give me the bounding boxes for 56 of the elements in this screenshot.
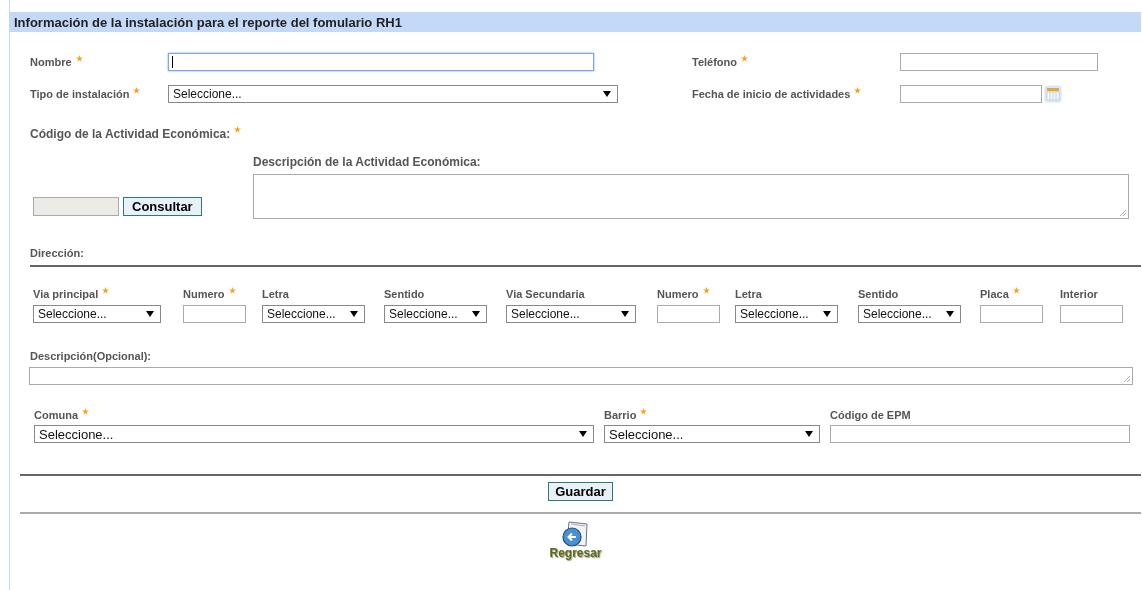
field-label: Interior (1060, 288, 1098, 300)
text-field[interactable] (900, 53, 1098, 71)
field-label: Letra (735, 288, 762, 300)
dropdown[interactable]: Seleccione... (262, 305, 365, 323)
text-field[interactable] (183, 305, 246, 323)
caret-icon (805, 431, 813, 437)
caret-icon (621, 311, 629, 317)
text-field[interactable] (830, 425, 1130, 443)
text-field[interactable] (980, 305, 1043, 323)
field-label: Via principal (33, 288, 99, 300)
field-label: Numero (183, 288, 225, 300)
dropdown[interactable]: Seleccione... (168, 85, 618, 103)
field-label: Teléfono (692, 56, 737, 68)
caret-icon (603, 91, 611, 97)
field-label: Comuna (34, 409, 78, 421)
field-label: Barrio (604, 409, 637, 421)
dropdown[interactable]: Seleccione... (34, 425, 594, 443)
field-label: Via Secundaria (506, 288, 585, 300)
caret-icon (146, 311, 154, 317)
resize-grip-icon (1124, 376, 1130, 382)
caret-icon (823, 311, 831, 317)
field-label: Código de EPM (830, 409, 911, 421)
dropdown[interactable]: Seleccione... (858, 305, 961, 323)
field-label: Placa (980, 288, 1009, 300)
dropdown[interactable]: Seleccione... (735, 305, 838, 323)
caret-icon (946, 311, 954, 317)
save-button[interactable]: Guardar (548, 482, 613, 501)
description-textarea[interactable] (253, 174, 1129, 219)
dropdown[interactable]: Seleccione... (384, 305, 487, 323)
field-label: Numero (657, 288, 699, 300)
field-label: Descripción(Opcional): (30, 350, 152, 362)
caret-icon (579, 431, 587, 437)
consult-button[interactable]: Consultar (123, 196, 202, 216)
field-label: Sentido (858, 288, 899, 300)
field-label: Nombre (30, 56, 72, 68)
calendar-icon[interactable] (1044, 85, 1062, 103)
field-label: Código de la Actividad Económica: (30, 127, 231, 141)
text-field[interactable] (657, 305, 720, 323)
dropdown[interactable]: Seleccione... (506, 305, 636, 323)
field-label: Fecha de inicio de actividades (692, 88, 851, 100)
date-field[interactable] (900, 85, 1042, 103)
caret-icon (350, 311, 358, 317)
field-label: Tipo de instalación (30, 88, 130, 100)
text-field[interactable] (168, 53, 594, 71)
description-textarea[interactable] (29, 367, 1133, 385)
dropdown[interactable]: Seleccione... (604, 425, 820, 443)
section-label: Dirección: (30, 247, 84, 259)
field-label: Descripción de la Actividad Económica: (253, 155, 482, 169)
section-title: Información de la instalación para el reporte del fomulario RH1 (14, 14, 402, 30)
text-field[interactable] (1060, 305, 1123, 323)
back-link[interactable]: Regresar (549, 520, 602, 560)
field-label: Sentido (384, 288, 425, 300)
caret-icon (472, 311, 480, 317)
resize-grip-icon (1120, 210, 1126, 216)
field-label: Letra (262, 288, 289, 300)
dropdown[interactable]: Seleccione... (33, 305, 161, 323)
